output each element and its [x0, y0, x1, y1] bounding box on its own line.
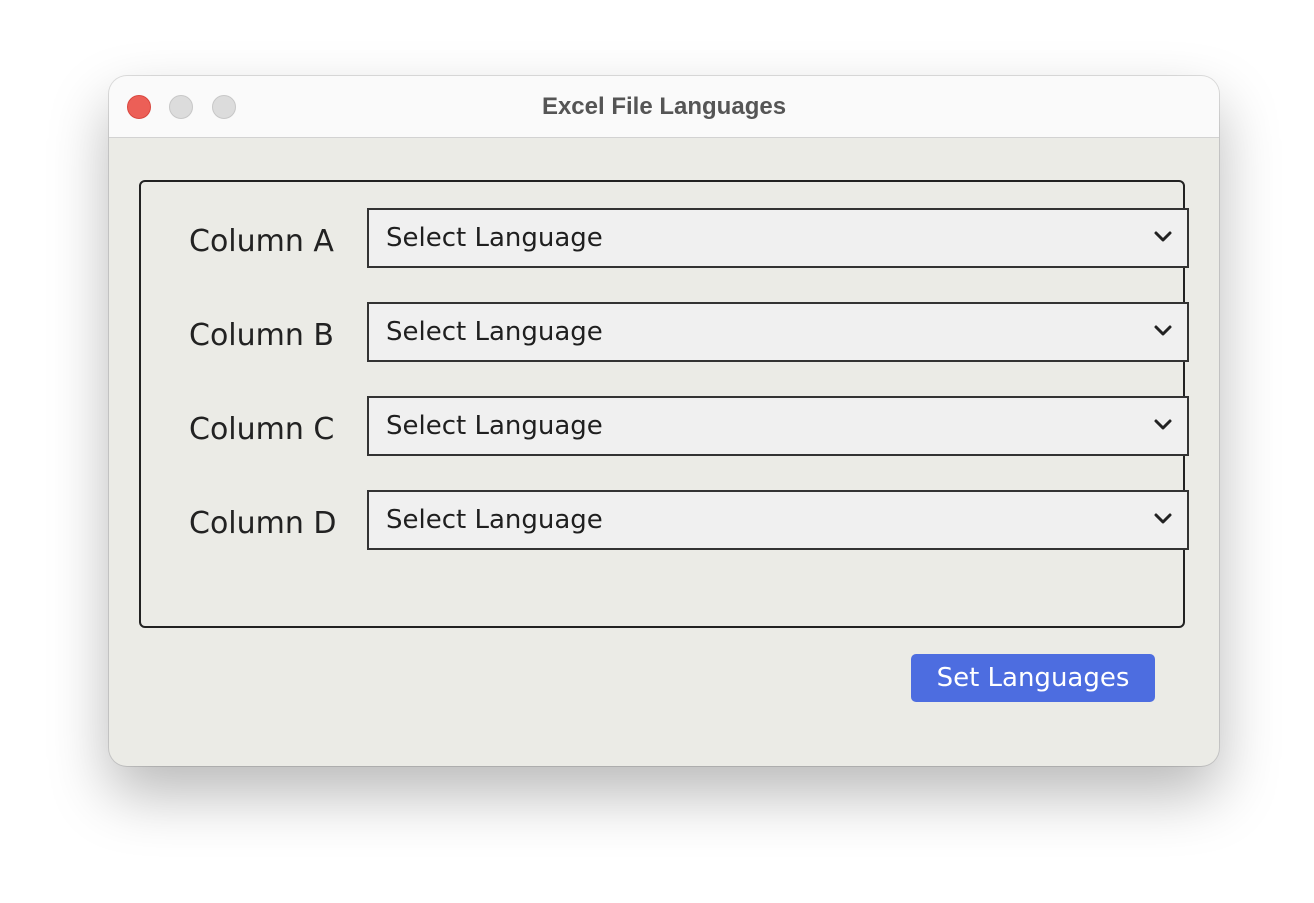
column-d-label: Column D: [189, 506, 337, 541]
column-c-label: Column C: [189, 412, 335, 447]
column-d-selected-value: Select Language: [386, 505, 603, 535]
column-c-language-select[interactable]: Select Language: [367, 396, 1189, 456]
chevron-down-icon: [1154, 419, 1172, 430]
chevron-down-icon: [1154, 513, 1172, 524]
column-c-selected-value: Select Language: [386, 411, 603, 441]
column-b-selected-value: Select Language: [386, 317, 603, 347]
column-a-label: Column A: [189, 224, 334, 259]
column-b-language-select[interactable]: Select Language: [367, 302, 1189, 362]
column-d-language-select[interactable]: Select Language: [367, 490, 1189, 550]
set-languages-button[interactable]: Set Languages: [911, 654, 1155, 702]
column-a-selected-value: Select Language: [386, 223, 603, 253]
column-a-language-select[interactable]: Select Language: [367, 208, 1189, 268]
app-window: Excel File Languages Column A Select Lan…: [109, 76, 1219, 766]
column-b-label: Column B: [189, 318, 335, 353]
window-title: Excel File Languages: [541, 93, 787, 120]
title-bar[interactable]: Excel File Languages: [109, 76, 1219, 138]
chevron-down-icon: [1154, 325, 1172, 336]
chevron-down-icon: [1154, 231, 1172, 242]
language-group-box: Column A Select Language Column B Select…: [139, 180, 1189, 628]
